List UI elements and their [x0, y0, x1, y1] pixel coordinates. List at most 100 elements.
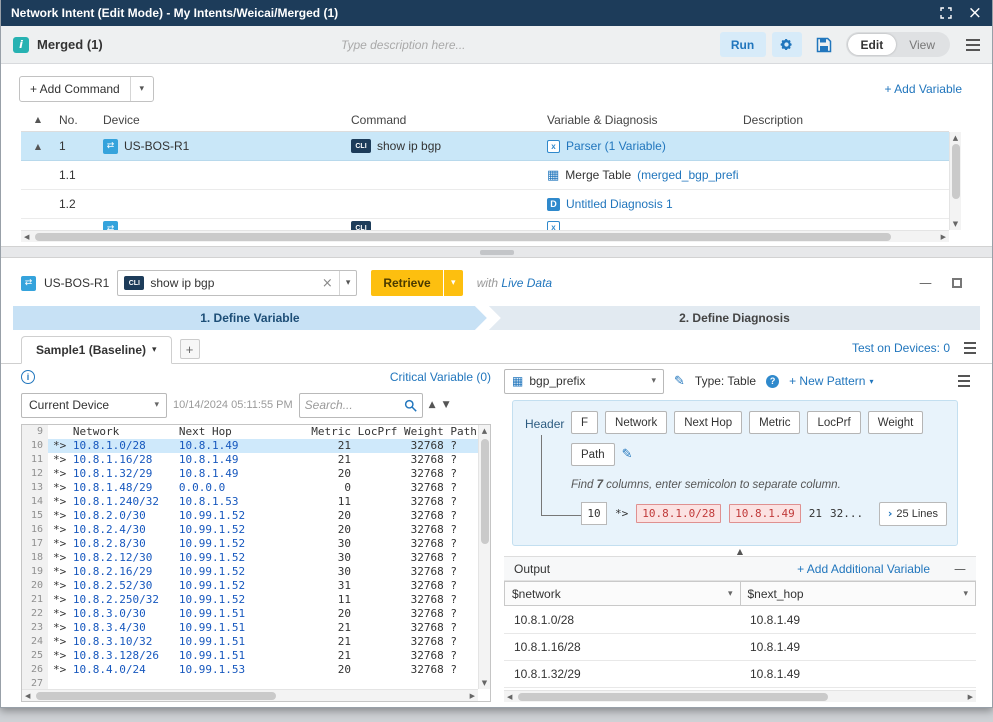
description-input[interactable] — [341, 34, 601, 56]
search-input[interactable] — [305, 398, 404, 412]
header-menu-icon[interactable] — [966, 36, 980, 54]
live-data-link[interactable]: Live Data — [501, 276, 552, 290]
add-variable-link[interactable]: + Add Variable — [884, 82, 962, 96]
test-on-devices-link[interactable]: Test on Devices: 0 — [852, 341, 950, 355]
column-chip-locprf[interactable]: LocPrf — [807, 411, 860, 434]
scroll-left-icon[interactable]: ◀ — [25, 692, 30, 700]
output-h-scrollbar[interactable]: ◀ ▶ — [504, 690, 976, 702]
code-h-scrollbar[interactable]: ◀ ▶ — [22, 689, 478, 701]
parser-menu-icon[interactable] — [958, 372, 970, 390]
code-line[interactable]: 11*> 10.8.1.16/28 10.8.1.49 21 32768 ? — [22, 453, 478, 467]
tab-sample1-baseline[interactable]: Sample1 (Baseline) ▾ — [21, 336, 172, 364]
code-line[interactable]: 13*> 10.8.1.48/29 0.0.0.0 0 32768 ? — [22, 481, 478, 495]
code-line[interactable]: 19*> 10.8.2.16/29 10.99.1.52 30 32768 ? — [22, 565, 478, 579]
table-v-scrollbar[interactable]: ▲ ▼ — [949, 132, 961, 230]
diagnosis-link[interactable]: Untitled Diagnosis 1 — [566, 197, 673, 211]
scrollbar-thumb[interactable] — [518, 693, 828, 701]
column-chip-metric[interactable]: Metric — [749, 411, 800, 434]
code-line[interactable]: 27 — [22, 677, 478, 689]
tab-menu-icon[interactable] — [964, 339, 976, 357]
output-row[interactable]: 10.8.1.16/2810.8.1.49 — [504, 634, 976, 661]
help-icon[interactable]: ? — [766, 375, 779, 388]
merge-table-link[interactable]: (merged_bgp_prefix) — [637, 168, 739, 182]
code-line[interactable]: 10*> 10.8.1.0/28 10.8.1.49 21 32768 ? — [22, 439, 478, 453]
column-chip-next-hop[interactable]: Next Hop — [674, 411, 742, 434]
retrieve-dropdown-icon[interactable]: ▾ — [443, 270, 463, 296]
scrollbar-thumb[interactable] — [481, 439, 489, 544]
table-row[interactable]: 1.2 DUntitled Diagnosis 1 — [21, 190, 949, 219]
find-prev-icon[interactable]: ▲ — [429, 400, 436, 410]
clear-command-icon[interactable]: × — [322, 276, 333, 291]
edit-toggle[interactable]: Edit — [848, 34, 897, 55]
parser-link[interactable]: Parser (1 Variable) — [566, 139, 666, 153]
scroll-right-icon[interactable]: ▶ — [941, 233, 946, 241]
save-icon[interactable] — [816, 37, 832, 53]
splitter-grip[interactable] — [480, 250, 514, 255]
chevron-down-icon[interactable]: ▾ — [963, 589, 968, 599]
scrollbar-thumb[interactable] — [35, 233, 891, 241]
lines-button[interactable]: › 25 Lines — [879, 502, 947, 526]
output-row[interactable]: 10.8.1.0/2810.8.1.49 — [504, 607, 976, 634]
step-define-diagnosis[interactable]: 2. Define Diagnosis — [489, 306, 980, 330]
sample-text-viewer[interactable]: 9 Network Next Hop Metric LocPrf Weight … — [21, 424, 491, 702]
code-line[interactable]: 20*> 10.8.2.52/30 10.99.1.52 31 32768 ? — [22, 579, 478, 593]
code-line[interactable]: 22*> 10.8.3.0/30 10.99.1.51 20 32768 ? — [22, 607, 478, 621]
fullscreen-icon[interactable] — [940, 7, 952, 19]
scrollbar-thumb[interactable] — [36, 692, 276, 700]
collapse-output-icon[interactable]: ▲ — [737, 547, 743, 556]
scroll-down-icon[interactable]: ▼ — [482, 679, 487, 687]
matched-network-value[interactable]: 10.8.1.0/28 — [636, 504, 721, 523]
view-toggle[interactable]: View — [896, 34, 948, 55]
edit-columns-icon[interactable]: ✎ — [622, 447, 633, 462]
column-chip-network[interactable]: Network — [605, 411, 667, 434]
collapse-pane-icon[interactable]: — — [919, 276, 932, 291]
scroll-left-icon[interactable]: ◀ — [24, 233, 29, 241]
scroll-right-icon[interactable]: ▶ — [968, 693, 973, 701]
collapse-row-icon[interactable]: ▲ — [21, 142, 55, 151]
edit-variable-icon[interactable]: ✎ — [674, 374, 685, 389]
chevron-down-icon[interactable]: ▾ — [131, 84, 153, 94]
add-command-button[interactable]: + Add Command ▾ — [19, 76, 154, 102]
chevron-down-icon[interactable]: ▾ — [152, 345, 157, 355]
run-button[interactable]: Run — [720, 32, 766, 57]
chevron-down-icon[interactable]: ▾ — [154, 400, 159, 410]
code-line[interactable]: 18*> 10.8.2.12/30 10.99.1.52 30 32768 ? — [22, 551, 478, 565]
code-line[interactable]: 16*> 10.8.2.4/30 10.99.1.52 20 32768 ? — [22, 523, 478, 537]
code-v-scrollbar[interactable]: ▲ ▼ — [478, 425, 490, 689]
table-row[interactable]: ▲ 1 ⇄US-BOS-R1 CLIshow ip bgp xParser (1… — [21, 132, 949, 161]
search-box[interactable] — [299, 393, 423, 418]
output-column-network[interactable]: $network▾ — [504, 581, 741, 606]
maximize-pane-icon[interactable] — [952, 278, 962, 288]
critical-variable-link[interactable]: Critical Variable (0) — [390, 370, 491, 384]
table-row[interactable]: 1.1 ▦Merge Table (merged_bgp_prefix) — [21, 161, 949, 190]
matched-nexthop-value[interactable]: 10.8.1.49 — [729, 504, 801, 523]
column-chip-f[interactable]: F — [571, 411, 598, 434]
close-icon[interactable]: × — [968, 5, 982, 22]
scrollbar-thumb[interactable] — [952, 144, 960, 199]
add-additional-variable-link[interactable]: + Add Additional Variable — [797, 562, 930, 576]
code-line[interactable]: 15*> 10.8.2.0/30 10.99.1.52 20 32768 ? — [22, 509, 478, 523]
info-icon[interactable]: i — [21, 370, 35, 384]
variable-selector[interactable]: ▦ bgp_prefix ▾ — [504, 369, 664, 394]
chevron-down-icon[interactable]: ▾ — [728, 589, 733, 599]
command-input[interactable]: CLI show ip bgp × ▾ — [117, 270, 357, 296]
output-column-nexthop[interactable]: $next_hop▾ — [740, 581, 977, 606]
command-dropdown-icon[interactable]: ▾ — [339, 271, 351, 295]
output-row[interactable]: 10.8.1.32/2910.8.1.49 — [504, 661, 976, 688]
column-chip-weight[interactable]: Weight — [868, 411, 924, 434]
table-h-scrollbar[interactable]: ◀ ▶ — [21, 230, 949, 242]
code-line[interactable]: 21*> 10.8.2.250/32 10.99.1.52 11 32768 ? — [22, 593, 478, 607]
column-chip-path[interactable]: Path — [571, 443, 615, 466]
device-selector[interactable]: Current Device ▾ — [21, 393, 167, 418]
code-line[interactable]: 17*> 10.8.2.8/30 10.99.1.52 30 32768 ? — [22, 537, 478, 551]
chevron-down-icon[interactable]: ▾ — [651, 376, 656, 386]
step-define-variable[interactable]: 1. Define Variable — [13, 306, 487, 330]
scroll-down-icon[interactable]: ▼ — [953, 220, 958, 228]
code-line[interactable]: 26*> 10.8.4.0/24 10.99.1.53 20 32768 ? — [22, 663, 478, 677]
code-line[interactable]: 23*> 10.8.3.4/30 10.99.1.51 21 32768 ? — [22, 621, 478, 635]
code-line[interactable]: 14*> 10.8.1.240/32 10.8.1.53 11 32768 ? — [22, 495, 478, 509]
code-line[interactable]: 12*> 10.8.1.32/29 10.8.1.49 20 32768 ? — [22, 467, 478, 481]
scroll-up-icon[interactable]: ▲ — [953, 134, 958, 142]
code-line[interactable]: 25*> 10.8.3.128/26 10.99.1.51 21 32768 ? — [22, 649, 478, 663]
pane-splitter[interactable] — [1, 246, 992, 258]
